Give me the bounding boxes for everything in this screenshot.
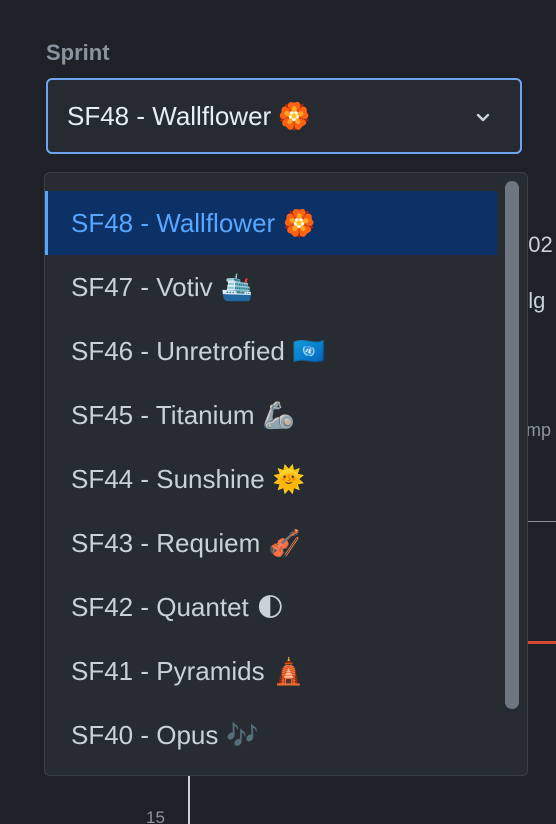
sprint-option-sf46[interactable]: SF46 - Unretrofied 🇺🇳: [45, 319, 497, 383]
un-flag-icon: 🇺🇳: [292, 335, 326, 366]
option-label: SF41 - Pyramids: [71, 655, 265, 686]
temple-icon: 🛕: [272, 655, 305, 686]
dropdown-scrollbar-thumb[interactable]: [505, 181, 519, 709]
sprint-option-sf47[interactable]: SF47 - Votiv 🛳️: [45, 255, 497, 319]
sprint-label: Sprint: [46, 40, 110, 65]
option-label: SF43 - Requiem: [71, 527, 261, 558]
sprint-option-sf40[interactable]: SF40 - Opus 🎶: [45, 703, 497, 767]
violin-icon: 🎻: [268, 527, 301, 558]
option-label: SF42 - Quantet: [71, 591, 249, 622]
sprint-option-sf44[interactable]: SF44 - Sunshine 🌞: [45, 447, 497, 511]
dropdown-scrollbar[interactable]: [503, 177, 523, 771]
half-moon-icon: 🌓: [256, 591, 284, 622]
page: 202 olg omp 15 Sprint SF48 - Wallflower …: [0, 0, 556, 824]
background-chart-axis: [188, 774, 190, 824]
ship-icon: 🛳️: [220, 271, 253, 302]
sprint-option-sf48[interactable]: SF48 - Wallflower 🏵️: [45, 191, 497, 255]
option-label: SF46 - Unretrofied: [71, 335, 285, 366]
sprint-select[interactable]: SF48 - Wallflower 🏵️: [46, 78, 522, 154]
sprint-option-sf42[interactable]: SF42 - Quantet 🌓: [45, 575, 497, 639]
option-label: SF45 - Titanium: [71, 399, 255, 430]
flower-icon: 🏵️: [283, 207, 316, 238]
option-label: SF44 - Sunshine: [71, 463, 265, 494]
musical-notes-icon: 🎶: [226, 719, 259, 750]
sprint-option-sf41[interactable]: SF41 - Pyramids 🛕: [45, 639, 497, 703]
mechanical-arm-icon: 🦾: [262, 399, 295, 430]
sprint-option-sf43[interactable]: SF43 - Requiem 🎻: [45, 511, 497, 575]
sprint-option-sf45[interactable]: SF45 - Titanium 🦾: [45, 383, 497, 447]
option-label: SF48 - Wallflower: [71, 207, 276, 238]
sprint-select-value: SF48 - Wallflower 🏵️: [67, 100, 311, 131]
sun-face-icon: 🌞: [272, 463, 306, 494]
sprint-dropdown-list: SF48 - Wallflower 🏵️ SF47 - Votiv 🛳️ SF46 …: [44, 172, 528, 776]
background-axis-tick-label: 15: [146, 808, 165, 824]
option-label: SF47 - Votiv: [71, 271, 213, 302]
chevron-down-icon: [476, 113, 490, 122]
option-label: SF40 - Opus: [71, 719, 219, 750]
